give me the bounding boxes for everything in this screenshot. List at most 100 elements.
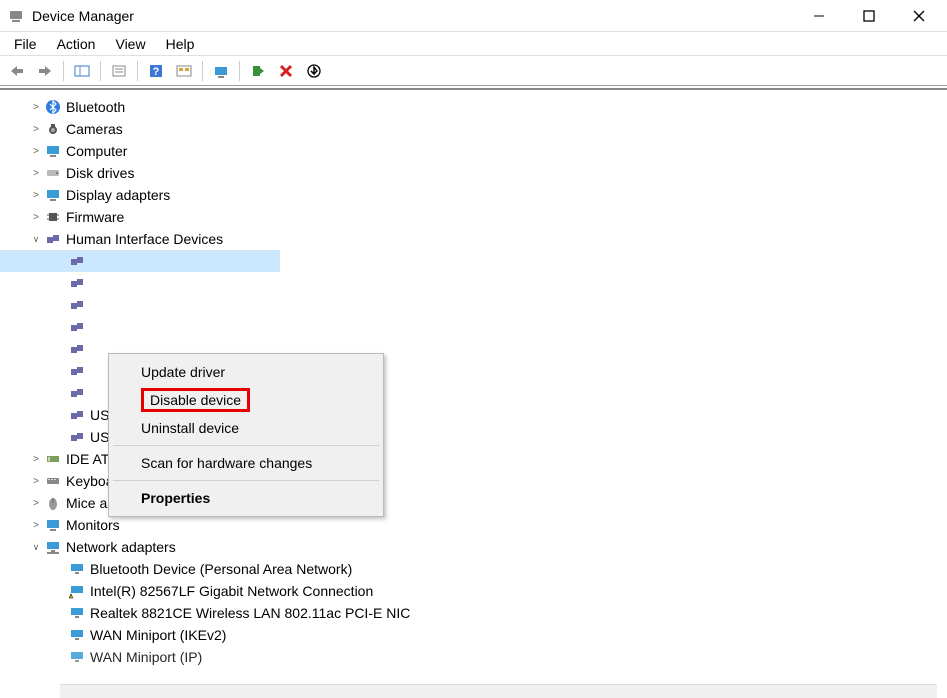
hid-icon [68,297,86,313]
expand-icon[interactable]: > [28,190,44,201]
chip-icon [44,209,62,225]
tree-label: Cameras [66,121,123,137]
hid-icon [68,319,86,335]
tree-node-net-wan1[interactable]: WAN Miniport (IKEv2) [0,624,947,646]
display-adapter-icon [44,187,62,203]
ctx-scan-hardware[interactable]: Scan for hardware changes [109,449,383,477]
network-adapter-icon [68,605,86,621]
tree-node-hid-child-selected[interactable] [0,250,947,272]
show-hide-console-button[interactable] [69,60,95,82]
ctx-properties[interactable]: Properties [109,484,383,512]
expand-icon[interactable]: > [28,146,44,157]
window-title: Device Manager [32,8,134,24]
menu-file[interactable]: File [6,34,45,54]
collapse-icon[interactable]: ∨ [28,542,44,553]
tree-label: Bluetooth [66,99,125,115]
tree-node-hid-child[interactable] [0,294,947,316]
tree-label: Bluetooth Device (Personal Area Network) [90,561,352,577]
tree-label: Monitors [66,517,120,533]
ctx-separator [113,480,379,481]
hid-icon [68,429,86,445]
properties-button[interactable] [106,60,132,82]
tree-node-net-realtek[interactable]: Realtek 8821CE Wireless LAN 802.11ac PCI… [0,602,947,624]
expand-icon[interactable]: > [28,124,44,135]
device-tree[interactable]: > Bluetooth > Cameras > Computer > Disk … [0,90,947,688]
ctx-separator [113,445,379,446]
tree-node-hid-child[interactable] [0,316,947,338]
expand-icon[interactable]: > [28,212,44,223]
tree-label: Network adapters [66,539,176,555]
update-driver-button[interactable] [208,60,234,82]
camera-icon [44,121,62,137]
ctx-uninstall-device[interactable]: Uninstall device [109,414,383,442]
menu-help[interactable]: Help [158,34,203,54]
close-button[interactable] [905,2,933,30]
menu-view[interactable]: View [107,34,153,54]
minimize-button[interactable] [805,2,833,30]
expand-icon[interactable]: > [28,476,44,487]
app-icon [8,8,24,24]
monitor-icon [44,143,62,159]
ide-icon [44,451,62,467]
hid-icon [68,407,86,423]
back-button[interactable] [4,60,30,82]
tree-node-cameras[interactable]: > Cameras [0,118,947,140]
tree-node-firmware[interactable]: > Firmware [0,206,947,228]
ctx-update-driver[interactable]: Update driver [109,358,383,386]
tree-node-net-wan2[interactable]: WAN Miniport (IP) [0,646,947,668]
highlight-box: Disable device [141,388,250,412]
tree-node-net-bt[interactable]: Bluetooth Device (Personal Area Network) [0,558,947,580]
network-adapter-icon [68,649,86,665]
network-adapter-icon [68,561,86,577]
maximize-button[interactable] [855,2,883,30]
tree-node-hid[interactable]: ∨ Human Interface Devices [0,228,947,250]
collapse-icon[interactable]: ∨ [28,234,44,245]
tree-label: Intel(R) 82567LF Gigabit Network Connect… [90,583,373,599]
hid-icon [44,231,62,247]
keyboard-icon [44,473,62,489]
hid-icon [68,341,86,357]
network-adapter-warning-icon: ! [68,583,86,599]
tree-label: Realtek 8821CE Wireless LAN 802.11ac PCI… [90,605,410,621]
disk-icon [44,165,62,181]
tree-node-computer[interactable]: > Computer [0,140,947,162]
ctx-disable-device[interactable]: Disable device [109,386,383,414]
tree-node-display-adapters[interactable]: > Display adapters [0,184,947,206]
tree-node-net-intel[interactable]: ! Intel(R) 82567LF Gigabit Network Conne… [0,580,947,602]
monitor-icon [44,517,62,533]
tree-label: WAN Miniport (IKEv2) [90,627,226,643]
tree-node-disk-drives[interactable]: > Disk drives [0,162,947,184]
tree-label: Disk drives [66,165,134,181]
expand-icon[interactable]: > [28,520,44,531]
forward-button[interactable] [32,60,58,82]
tree-node-monitors[interactable]: > Monitors [0,514,947,536]
network-adapter-icon [68,627,86,643]
expand-icon[interactable]: > [28,498,44,509]
tree-label: WAN Miniport (IP) [90,649,202,665]
horizontal-scrollbar[interactable] [60,684,937,698]
menu-action[interactable]: Action [49,34,104,54]
expand-icon[interactable]: > [28,102,44,113]
context-menu: Update driver Disable device Uninstall d… [108,353,384,517]
hid-icon [68,385,86,401]
help-button[interactable]: ? [143,60,169,82]
enable-device-button[interactable] [245,60,271,82]
hid-icon [68,275,86,291]
tree-label: Firmware [66,209,124,225]
bluetooth-icon [44,99,62,115]
tree-node-network[interactable]: ∨ Network adapters [0,536,947,558]
tree-node-bluetooth[interactable]: > Bluetooth [0,96,947,118]
hid-icon [68,363,86,379]
menubar: File Action View Help [0,32,947,56]
tree-node-hid-child[interactable] [0,272,947,294]
tree-label: Display adapters [66,187,170,203]
uninstall-device-button[interactable] [273,60,299,82]
tree-label: Human Interface Devices [66,231,223,247]
titlebar: Device Manager [0,0,947,32]
scan-hardware-button[interactable] [171,60,197,82]
disable-device-button[interactable] [301,60,327,82]
hid-icon [68,253,86,269]
expand-icon[interactable]: > [28,454,44,465]
expand-icon[interactable]: > [28,168,44,179]
mouse-icon [44,495,62,511]
